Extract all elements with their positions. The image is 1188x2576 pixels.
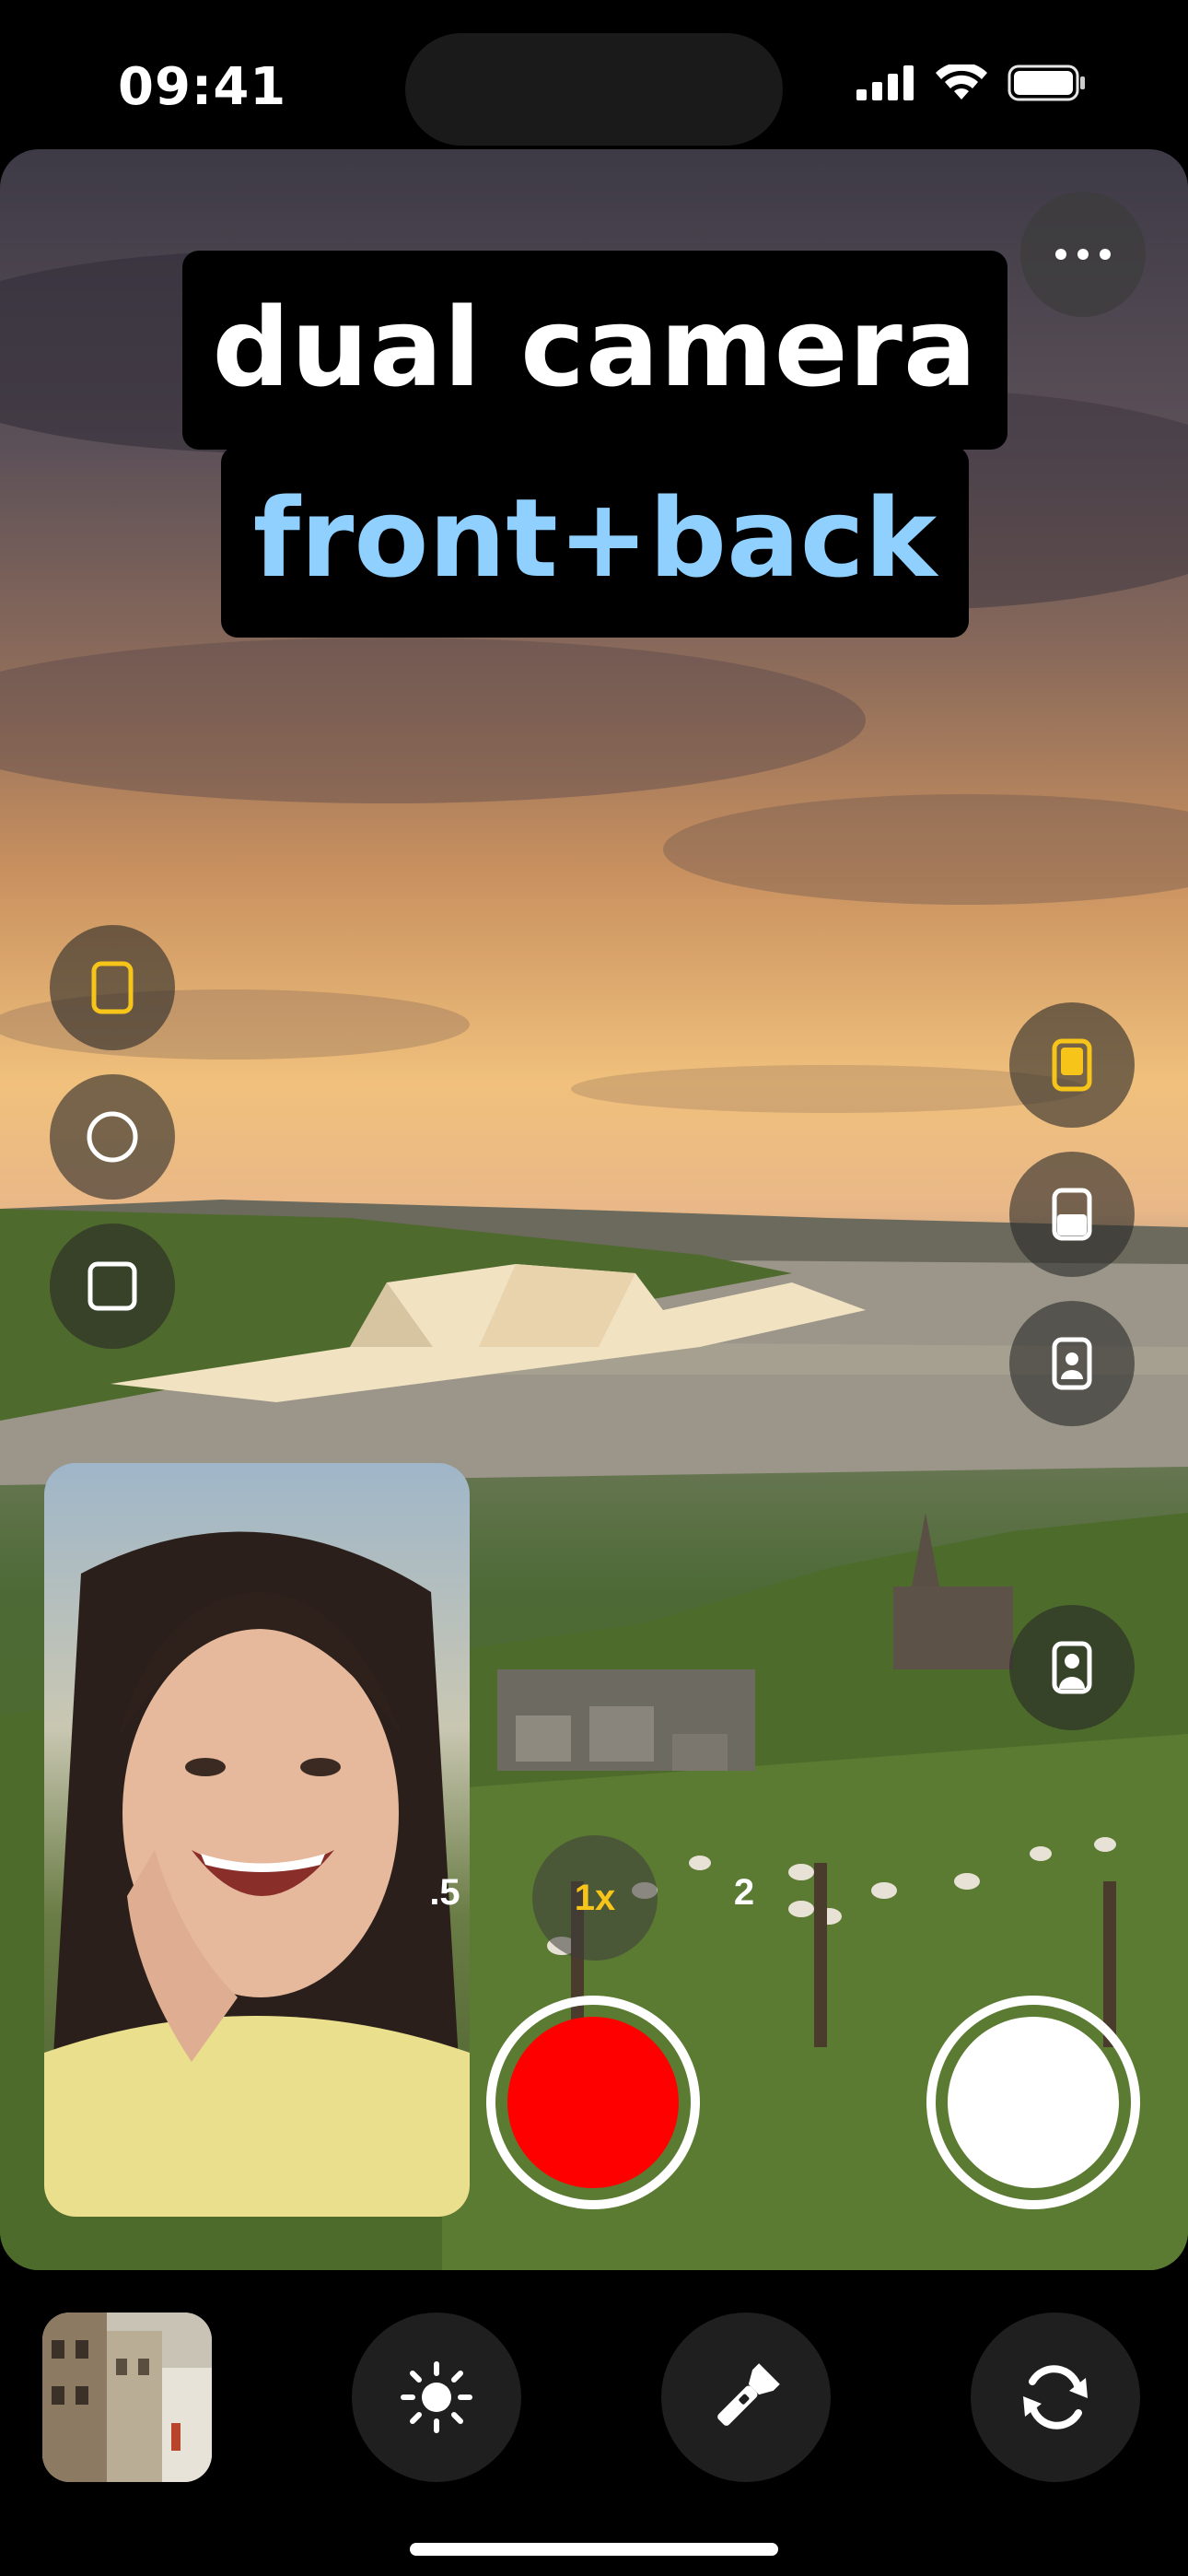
switch-camera-button[interactable] xyxy=(971,2313,1140,2482)
flashlight-icon xyxy=(717,2363,780,2426)
title-line-1: dual camera xyxy=(182,251,1007,450)
take-photo-button[interactable] xyxy=(926,1996,1140,2209)
zoom-0-5-button[interactable]: .5 xyxy=(422,1872,468,1914)
layout-pip-button[interactable] xyxy=(1009,1002,1135,1128)
front-camera-preview[interactable] xyxy=(44,1463,470,2217)
more-dot xyxy=(1077,249,1089,260)
shape-circle-button[interactable] xyxy=(50,1074,175,1200)
front-camera-face-image xyxy=(44,1531,470,2217)
dynamic-island xyxy=(405,33,783,146)
cellular-signal-icon xyxy=(856,65,914,100)
battery-icon xyxy=(1007,64,1085,101)
layout-portrait-frame-icon xyxy=(1052,1337,1092,1390)
flashlight-button[interactable] xyxy=(661,2313,831,2482)
shape-rounded-rect-button[interactable] xyxy=(50,925,175,1050)
bottom-toolbar xyxy=(0,2270,1188,2576)
layout-split-button[interactable] xyxy=(1009,1152,1135,1277)
layout-split-icon xyxy=(1052,1188,1092,1241)
rounded-rect-icon xyxy=(91,961,134,1014)
square-icon xyxy=(87,1261,137,1311)
camera-viewport[interactable]: dual camera front+back .5 1x 2 xyxy=(0,149,1188,2270)
switch-camera-icon xyxy=(1023,2365,1088,2430)
layout-portrait-full-icon xyxy=(1052,1641,1092,1694)
status-time: 09:41 xyxy=(118,57,287,117)
brightness-icon xyxy=(401,2361,472,2433)
home-indicator[interactable] xyxy=(410,2543,778,2556)
gallery-thumbnail-image xyxy=(42,2313,212,2482)
record-video-button[interactable] xyxy=(486,1996,700,2209)
zoom-2x-button[interactable]: 2 xyxy=(718,1872,770,1914)
status-bar: 09:41 xyxy=(0,0,1188,147)
more-dot xyxy=(1100,249,1111,260)
photo-shutter-inner xyxy=(948,2017,1119,2188)
record-indicator xyxy=(507,2017,679,2188)
status-icons xyxy=(856,64,1087,101)
layout-pip-icon xyxy=(1052,1038,1092,1092)
wifi-icon xyxy=(936,64,987,100)
layout-portrait-full-button[interactable] xyxy=(1009,1605,1135,1730)
more-options-button[interactable] xyxy=(1020,192,1146,317)
zoom-1x-button[interactable]: 1x xyxy=(532,1835,658,1961)
gallery-thumbnail[interactable] xyxy=(42,2313,212,2482)
layout-portrait-frame-button[interactable] xyxy=(1009,1301,1135,1426)
shape-square-button[interactable] xyxy=(50,1224,175,1349)
brightness-button[interactable] xyxy=(352,2313,521,2482)
more-dots-icon xyxy=(1055,249,1066,260)
title-line-2: front+back xyxy=(221,446,969,638)
circle-icon xyxy=(87,1111,138,1163)
